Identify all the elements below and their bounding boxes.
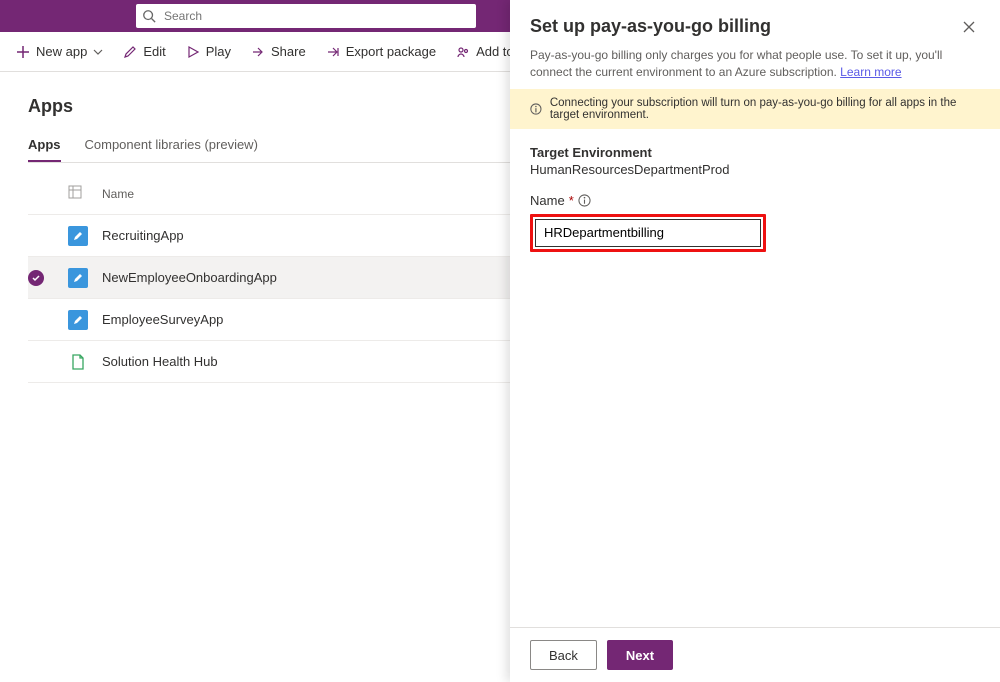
tab-apps[interactable]: Apps [28, 129, 61, 162]
chevron-down-icon [93, 47, 103, 57]
new-app-label: New app [36, 44, 87, 59]
edit-button[interactable]: Edit [115, 40, 173, 63]
target-env-label: Target Environment [530, 145, 980, 160]
teams-icon [456, 45, 470, 59]
target-env-value: HumanResourcesDepartmentProd [530, 162, 980, 177]
next-button[interactable]: Next [607, 640, 673, 670]
share-icon [251, 45, 265, 59]
required-mark: * [569, 193, 574, 208]
name-field-label: Name * [530, 193, 980, 208]
canvas-app-icon [68, 268, 88, 288]
share-button[interactable]: Share [243, 40, 314, 63]
model-app-icon [68, 352, 88, 372]
panel-header: Set up pay-as-you-go billing Pay-as-you-… [510, 0, 1000, 89]
export-package-button[interactable]: Export package [318, 40, 444, 63]
pencil-icon [123, 45, 137, 59]
panel-title: Set up pay-as-you-go billing [530, 16, 771, 37]
panel-body: Target Environment HumanResourcesDepartm… [510, 129, 1000, 627]
info-icon[interactable] [578, 194, 591, 207]
canvas-app-icon [68, 310, 88, 330]
info-banner: Connecting your subscription will turn o… [510, 89, 1000, 129]
payg-panel: Set up pay-as-you-go billing Pay-as-you-… [510, 0, 1000, 682]
panel-close-button[interactable] [958, 16, 980, 43]
close-icon [962, 20, 976, 34]
billing-name-input[interactable] [535, 219, 761, 247]
back-button[interactable]: Back [530, 640, 597, 670]
search-box[interactable] [136, 4, 476, 28]
play-button[interactable]: Play [178, 40, 239, 63]
search-input[interactable] [162, 8, 470, 24]
name-input-highlight [530, 214, 766, 252]
search-icon [142, 9, 156, 23]
learn-more-link[interactable]: Learn more [840, 65, 901, 79]
share-label: Share [271, 44, 306, 59]
row-selected-check-icon[interactable] [28, 270, 44, 286]
plus-icon [16, 45, 30, 59]
panel-footer: Back Next [510, 627, 1000, 682]
column-picker-icon[interactable] [68, 185, 82, 199]
edit-label: Edit [143, 44, 165, 59]
play-label: Play [206, 44, 231, 59]
play-icon [186, 45, 200, 59]
panel-description: Pay-as-you-go billing only charges you f… [530, 47, 980, 81]
canvas-app-icon [68, 226, 88, 246]
info-icon [530, 102, 542, 116]
export-label: Export package [346, 44, 436, 59]
export-icon [326, 45, 340, 59]
new-app-button[interactable]: New app [8, 40, 111, 63]
info-banner-text: Connecting your subscription will turn o… [550, 97, 980, 121]
tab-component-libraries[interactable]: Component libraries (preview) [85, 129, 258, 162]
